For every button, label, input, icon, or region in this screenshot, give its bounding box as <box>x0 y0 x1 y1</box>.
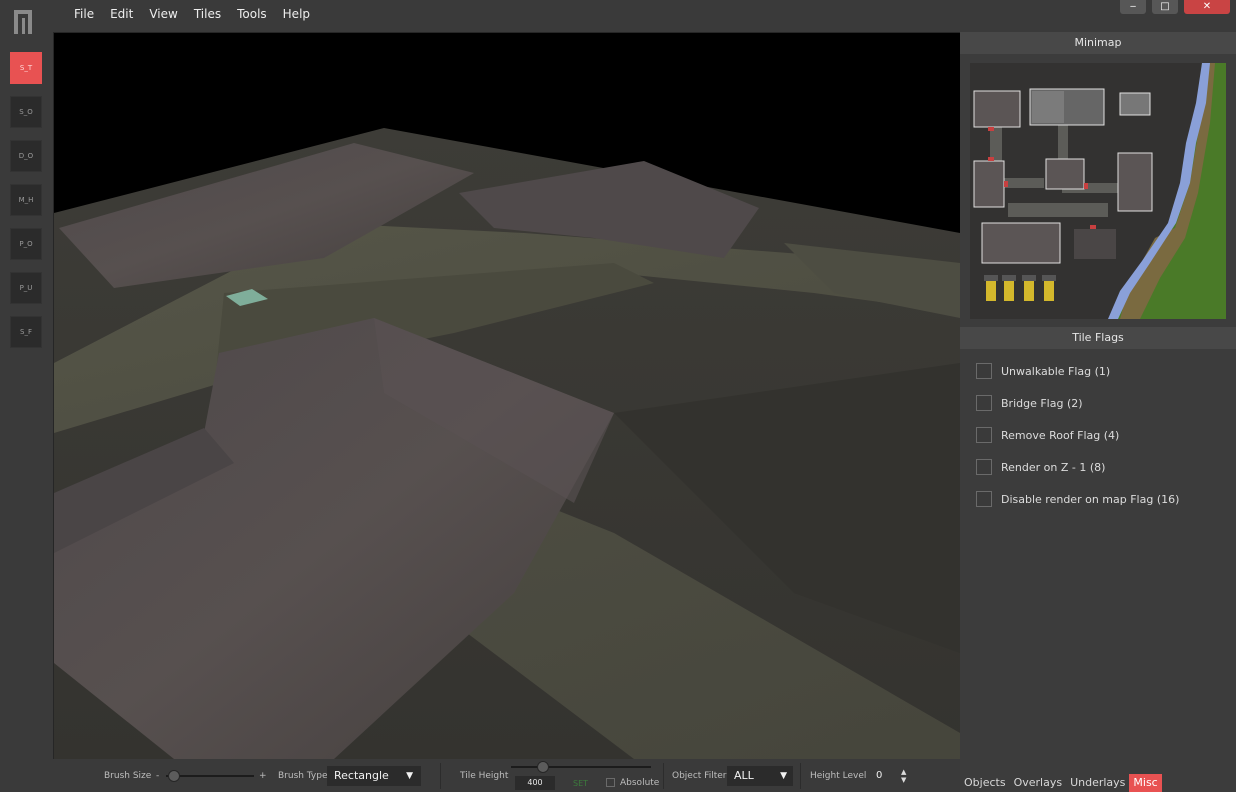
flag-label: Render on Z - 1 (8) <box>1001 460 1106 474</box>
close-button[interactable]: ✕ <box>1184 0 1230 14</box>
brush-size-label: Brush Size <box>104 771 152 781</box>
tool-sidebar: S_T S_O D_O M_H P_O P_U S_F <box>10 52 42 360</box>
height-level-label: Height Level <box>810 771 867 781</box>
bottom-toolbar: Brush Size - + Brush Type Rectangle ▼ Ti… <box>53 759 960 792</box>
flag-row-remove-roof: Remove Roof Flag (4) <box>960 419 1236 451</box>
unwalkable-flag-checkbox[interactable] <box>976 363 992 379</box>
height-level-value[interactable]: 0 <box>876 770 882 781</box>
brush-type-label: Brush Type <box>278 771 328 781</box>
tile-flags-header: Tile Flags <box>960 327 1236 349</box>
tab-overlays[interactable]: Overlays <box>1009 774 1067 792</box>
tool-paint-underlay[interactable]: P_U <box>10 272 42 304</box>
minimap-header: Minimap <box>960 32 1236 54</box>
tool-select-object[interactable]: S_O <box>10 96 42 128</box>
brush-size-slider[interactable] <box>166 770 254 782</box>
tool-paint-overlay[interactable]: P_O <box>10 228 42 260</box>
brush-size-increase[interactable]: + <box>259 771 267 781</box>
menu-view[interactable]: View <box>141 0 185 28</box>
bridge-flag-checkbox[interactable] <box>976 395 992 411</box>
object-filter-select[interactable]: ALL ▼ <box>727 766 793 786</box>
menu-file[interactable]: File <box>66 0 102 28</box>
divider <box>663 763 664 789</box>
tile-height-input[interactable]: 400 <box>515 776 555 790</box>
maximize-button[interactable]: □ <box>1152 0 1178 14</box>
set-height-button[interactable]: SET <box>573 779 588 788</box>
tile-flags-list: Unwalkable Flag (1) Bridge Flag (2) Remo… <box>960 349 1236 515</box>
flag-row-bridge: Bridge Flag (2) <box>960 387 1236 419</box>
flag-label: Bridge Flag (2) <box>1001 396 1083 410</box>
tool-delete-object[interactable]: D_O <box>10 140 42 172</box>
tool-modify-height[interactable]: M_H <box>10 184 42 216</box>
tool-select-tile[interactable]: S_T <box>10 52 42 84</box>
chevron-down-icon: ▼ <box>406 771 413 781</box>
divider <box>440 763 441 789</box>
object-filter-value: ALL <box>734 769 754 782</box>
height-level-spinner-icon[interactable]: ▲ ▼ <box>901 768 906 784</box>
render-z-flag-checkbox[interactable] <box>976 459 992 475</box>
chevron-down-icon: ▼ <box>780 771 787 781</box>
tile-height-slider-handle[interactable] <box>537 761 549 773</box>
brush-type-select[interactable]: Rectangle ▼ <box>327 766 421 786</box>
absolute-label: Absolute <box>620 778 660 788</box>
flag-row-render-z: Render on Z - 1 (8) <box>960 451 1236 483</box>
flag-row-disable-render: Disable render on map Flag (16) <box>960 483 1236 515</box>
flag-label: Remove Roof Flag (4) <box>1001 428 1120 442</box>
tab-underlays[interactable]: Underlays <box>1066 774 1130 792</box>
brush-type-value: Rectangle <box>334 769 389 782</box>
tab-objects[interactable]: Objects <box>960 774 1010 792</box>
menu-help[interactable]: Help <box>275 0 318 28</box>
divider <box>800 763 801 789</box>
tool-set-flag[interactable]: S_F <box>10 316 42 348</box>
scene-viewport[interactable] <box>53 32 961 760</box>
disable-render-flag-checkbox[interactable] <box>976 491 992 507</box>
tab-misc[interactable]: Misc <box>1129 774 1162 792</box>
tile-height-slider[interactable] <box>511 761 651 773</box>
flag-label: Disable render on map Flag (16) <box>1001 492 1180 506</box>
flag-row-unwalkable: Unwalkable Flag (1) <box>960 355 1236 387</box>
panel-tabs: Objects Overlays Underlays Misc <box>960 774 1162 792</box>
right-panel: Minimap Tile Flags Unwalkable Flag (1) B… <box>960 32 1236 792</box>
menu-edit[interactable]: Edit <box>102 0 141 28</box>
brush-size-slider-handle[interactable] <box>167 770 180 782</box>
minimap[interactable] <box>970 63 1226 319</box>
flag-label: Unwalkable Flag (1) <box>1001 364 1111 378</box>
brush-size-decrease[interactable]: - <box>156 771 159 781</box>
menu-tools[interactable]: Tools <box>229 0 275 28</box>
menu-tiles[interactable]: Tiles <box>186 0 229 28</box>
object-filter-label: Object Filter <box>672 771 727 781</box>
tile-height-label: Tile Height <box>460 771 509 781</box>
title-bar: File Edit View Tiles Tools Help ‒ □ ✕ <box>0 0 1236 34</box>
absolute-checkbox[interactable] <box>606 778 615 787</box>
app-logo-icon <box>14 10 32 34</box>
minimize-button[interactable]: ‒ <box>1120 0 1146 14</box>
remove-roof-flag-checkbox[interactable] <box>976 427 992 443</box>
window-controls: ‒ □ ✕ <box>1120 0 1230 14</box>
menu-bar: File Edit View Tiles Tools Help <box>66 0 318 28</box>
